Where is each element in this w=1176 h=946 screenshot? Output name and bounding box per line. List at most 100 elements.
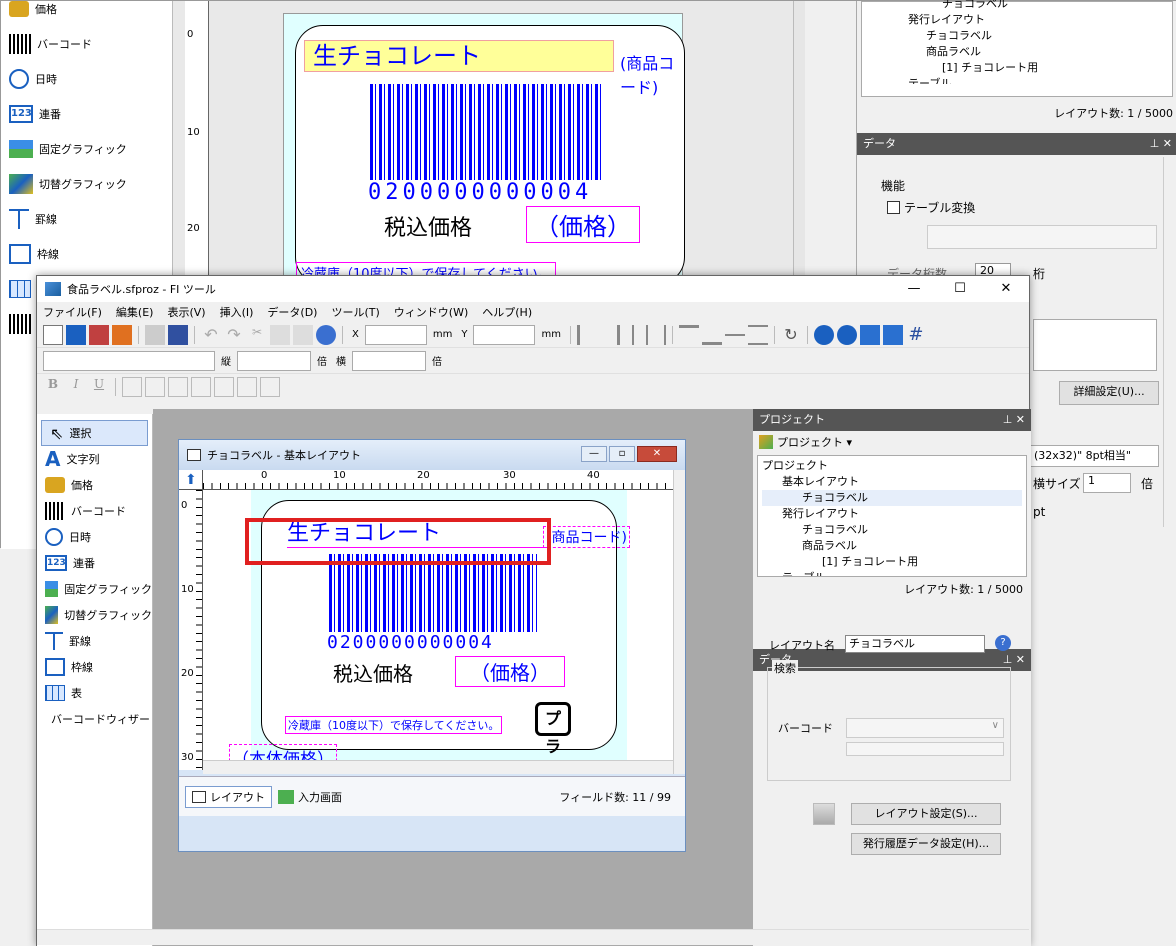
menu-file[interactable]: ファイル(F) xyxy=(43,304,102,320)
tab-input-screen[interactable]: 入力画面 xyxy=(278,789,342,805)
tree-item[interactable]: [1] チョコレート用 xyxy=(762,554,1022,570)
align-left-icon[interactable] xyxy=(576,324,597,345)
align-bottom-icon[interactable] xyxy=(701,325,722,345)
bg-tree-item[interactable]: [1] チョコレート用 xyxy=(866,60,1168,76)
barcode-search-input[interactable] xyxy=(846,742,1004,756)
close-button[interactable]: ✕ xyxy=(983,276,1029,302)
tool-price[interactable]: 価格 xyxy=(37,472,152,498)
bg-tree-item[interactable]: 発行レイアウト xyxy=(866,12,1168,28)
tool-frame[interactable]: 枠線 xyxy=(37,654,152,680)
align-middle-icon[interactable] xyxy=(724,324,745,345)
product-code-field[interactable]: (商品コード) xyxy=(543,526,630,548)
vertical-scale-select[interactable] xyxy=(237,350,311,371)
bold-icon[interactable]: B xyxy=(43,377,63,397)
copy-layout-icon[interactable] xyxy=(112,324,132,345)
bg-tree-item[interactable]: 商品ラベル xyxy=(866,44,1168,60)
bg-font-select[interactable]: (32x32)" 8pt相当" xyxy=(1029,445,1159,467)
bg-code-field[interactable]: (商品コード) xyxy=(620,50,684,98)
fit-page-icon[interactable] xyxy=(859,324,880,345)
tree-item[interactable]: テーブル xyxy=(762,570,1022,576)
project-tree[interactable]: プロジェクト 基本レイアウト チョコラベル 発行レイアウト チョコラベル 商品ラ… xyxy=(757,455,1027,577)
bg-scrollbar[interactable] xyxy=(793,1,805,281)
tab-layout[interactable]: レイアウト xyxy=(185,785,272,808)
fit-width-icon[interactable] xyxy=(882,324,903,345)
storage-note-field[interactable]: 冷蔵庫（10度以下）で保存してください。 xyxy=(285,716,503,734)
menu-data[interactable]: データ(D) xyxy=(267,304,317,320)
x-position-input[interactable] xyxy=(364,324,427,345)
bg-yoko-select[interactable]: 1 xyxy=(1083,473,1131,493)
rotate-icon[interactable]: ↻ xyxy=(781,325,801,345)
text-align-center-icon[interactable] xyxy=(145,377,165,397)
copy-icon[interactable] xyxy=(270,324,290,345)
tool-serial[interactable]: 123 連番 xyxy=(37,550,152,576)
doc-restore-button[interactable]: ▫ xyxy=(609,446,635,462)
bg-title-field[interactable]: 生チョコレート xyxy=(304,40,614,72)
barcode-field[interactable] xyxy=(329,554,537,632)
maximize-button[interactable]: ☐ xyxy=(937,276,983,302)
tool-fixed-graphic[interactable]: 固定グラフィック xyxy=(37,576,152,602)
menu-edit[interactable]: 編集(E) xyxy=(116,304,154,320)
menu-help[interactable]: ヘルプ(H) xyxy=(482,304,532,320)
bg-tree-item[interactable]: テーブル xyxy=(866,76,1168,84)
text-align-right-icon[interactable] xyxy=(168,377,188,397)
underline-icon[interactable]: U xyxy=(89,377,109,397)
pin-close-icon[interactable]: ⊥ ✕ xyxy=(1150,133,1172,155)
undo-icon[interactable]: ↶ xyxy=(201,325,221,345)
canvas-v-scrollbar[interactable] xyxy=(673,470,685,774)
issue-history-settings-button[interactable]: 発行履歴データ設定(H)... xyxy=(851,833,1001,855)
cut-icon[interactable]: ✂ xyxy=(247,325,267,345)
zoom-in-icon[interactable] xyxy=(813,324,834,345)
base-price-field[interactable]: （本体価格） xyxy=(229,744,337,760)
price-field[interactable]: （価格） xyxy=(455,656,565,687)
menu-insert[interactable]: 挿入(I) xyxy=(220,304,254,320)
bg-project-tree[interactable]: チョコラベル 発行レイアウト チョコラベル 商品ラベル [1] チョコレート用 … xyxy=(861,0,1173,97)
tool-line[interactable]: 罫線 xyxy=(37,628,152,654)
open-layout-icon[interactable] xyxy=(89,324,109,345)
help-icon[interactable] xyxy=(316,324,336,345)
help-icon[interactable]: ? xyxy=(995,635,1011,651)
tool-table[interactable]: 表 xyxy=(37,680,152,706)
new-file-icon[interactable] xyxy=(43,324,63,345)
zoom-out-icon[interactable] xyxy=(836,324,857,345)
text-justify-icon[interactable] xyxy=(191,377,211,397)
grid-icon[interactable]: # xyxy=(906,324,926,345)
bg-tool-datetime[interactable]: 日時 xyxy=(1,61,172,96)
bg-tool-price[interactable]: 価格 xyxy=(1,0,172,26)
lock-icon[interactable] xyxy=(813,803,835,825)
tree-item[interactable]: 商品ラベル xyxy=(762,538,1022,554)
tool-barcode[interactable]: バーコード xyxy=(37,498,152,524)
align-top-icon[interactable] xyxy=(678,324,699,345)
y-position-input[interactable] xyxy=(473,324,536,345)
bg-tool-switch-graphic[interactable]: 切替グラフィック xyxy=(1,166,172,201)
barcode-search-select[interactable]: ∨ xyxy=(846,718,1004,738)
tree-item[interactable]: 基本レイアウト xyxy=(762,474,1022,490)
bg-tool-frame[interactable]: 枠線 xyxy=(1,236,172,271)
tool-select[interactable]: ⇖ 選択 xyxy=(41,420,148,446)
tree-item[interactable]: チョコラベル xyxy=(762,490,1022,506)
italic-icon[interactable]: I xyxy=(66,377,86,397)
layout-name-input[interactable]: チョコラベル xyxy=(845,635,985,653)
bg-panel-scrollbar[interactable] xyxy=(1163,157,1176,527)
paste-icon[interactable] xyxy=(293,324,313,345)
bg-tool-barcode[interactable]: バーコード xyxy=(1,26,172,61)
tool-datetime[interactable]: 日時 xyxy=(37,524,152,550)
title-bar[interactable]: 食品ラベル.sfproz - FI ツール — ☐ ✕ xyxy=(37,276,1029,302)
text-top-icon[interactable] xyxy=(214,377,234,397)
doc-minimize-button[interactable]: — xyxy=(581,446,607,462)
print-preview-icon[interactable] xyxy=(145,324,165,345)
font-name-select[interactable] xyxy=(43,350,215,371)
save-icon[interactable] xyxy=(66,324,86,345)
bg-tree-item[interactable]: チョコラベル xyxy=(866,28,1168,44)
distribute-h-icon[interactable] xyxy=(645,324,666,345)
bg-table-convert-checkbox[interactable]: テーブル変換 xyxy=(887,199,975,216)
ruler-origin[interactable]: ⬆ xyxy=(179,470,203,490)
horizontal-scale-select[interactable] xyxy=(352,350,426,371)
bg-disabled-select[interactable] xyxy=(927,225,1157,249)
tree-item[interactable]: プロジェクト xyxy=(762,458,1022,474)
bg-tool-serial[interactable]: 123 連番 xyxy=(1,96,172,131)
layout-settings-button[interactable]: レイアウト設定(S)... xyxy=(851,803,1001,825)
distribute-v-icon[interactable] xyxy=(747,324,768,345)
bg-price-field[interactable]: （価格） xyxy=(526,206,640,243)
menu-tools[interactable]: ツール(T) xyxy=(331,304,379,320)
tree-item[interactable]: 発行レイアウト xyxy=(762,506,1022,522)
